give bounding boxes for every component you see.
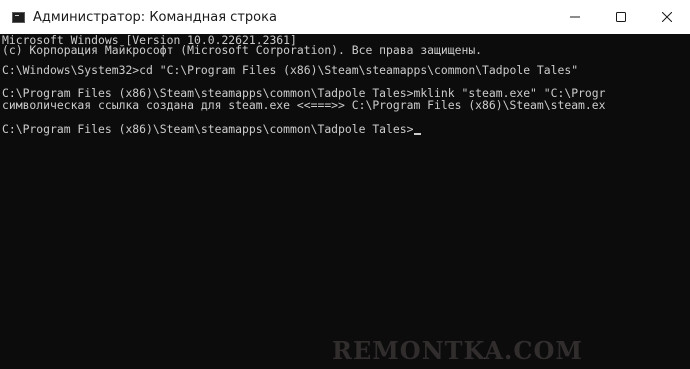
console-line: символическая ссылка создана для steam.e… <box>2 98 606 112</box>
maximize-button[interactable] <box>598 0 644 34</box>
terminal-icon <box>12 11 25 23</box>
console-line: (c) Корпорация Майкрософт (Microsoft Cor… <box>2 43 483 57</box>
console-prompt: C:\Program Files (x86)\Steam\steamapps\c… <box>2 122 414 136</box>
window-title: Администратор: Командная строка <box>33 9 277 25</box>
close-icon <box>662 12 672 22</box>
command-prompt-window: Администратор: Командная строка Microsof… <box>0 0 690 369</box>
text-cursor <box>414 133 422 135</box>
console-prompt-line: C:\Program Files (x86)\Steam\steamapps\c… <box>2 122 422 136</box>
close-button[interactable] <box>644 0 690 34</box>
maximize-icon <box>616 12 626 22</box>
watermark: REMONTKA.COM <box>332 336 583 365</box>
window-controls <box>552 0 690 34</box>
minimize-icon <box>570 16 580 18</box>
minimize-button[interactable] <box>552 0 598 34</box>
console-line: C:\Windows\System32>cd "C:\Program Files… <box>2 63 579 77</box>
vertical-scrollbar[interactable] <box>674 34 690 369</box>
title-bar[interactable]: Администратор: Командная строка <box>0 0 690 34</box>
console-output[interactable]: Microsoft Windows [Version 10.0.22621.23… <box>0 34 674 369</box>
